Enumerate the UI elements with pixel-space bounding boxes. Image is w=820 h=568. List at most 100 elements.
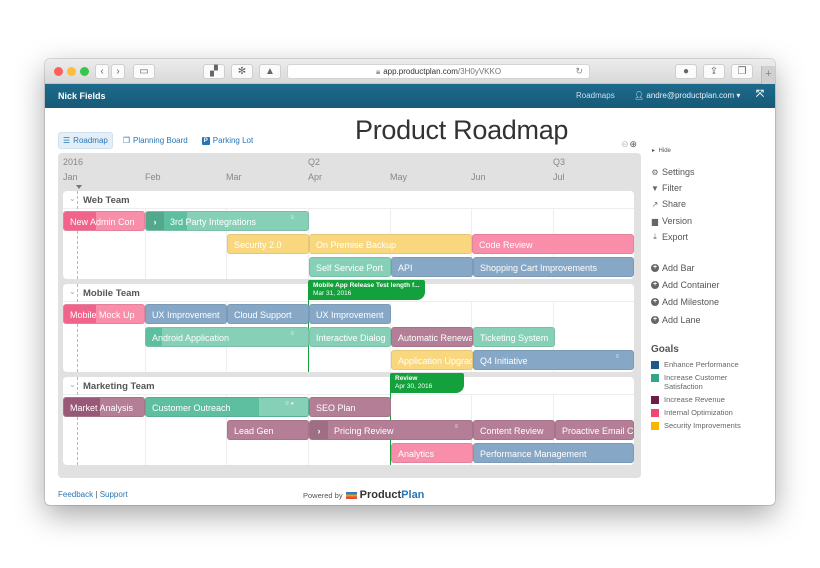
add-bar-button[interactable]: + Add Bar	[651, 263, 695, 273]
goal-item[interactable]: Increase Customer Satisfaction	[651, 373, 761, 391]
minimize-window-button[interactable]	[67, 67, 76, 76]
drag-handle-icon[interactable]: ≡	[290, 328, 294, 344]
goal-item[interactable]: Increase Revenue	[651, 395, 761, 404]
bar-label: 3rd Party Integrations	[170, 217, 257, 227]
roadmap-bar[interactable]: On Premise Backup	[309, 234, 472, 254]
bar-label: Analytics	[398, 449, 435, 459]
lane-header[interactable]: ⌄ Web Team	[63, 191, 634, 209]
expand-container-icon[interactable]: ›	[310, 421, 328, 439]
roadmap-bar[interactable]: SEO Plan	[309, 397, 391, 417]
maximize-window-button[interactable]	[80, 67, 89, 76]
zoom-in-icon[interactable]: ⊕	[630, 139, 638, 150]
roadmap-bar[interactable]: Automatic Renewal	[391, 327, 473, 347]
year-label: 2016	[63, 157, 84, 167]
goal-item[interactable]: Internal Optimization	[651, 408, 761, 417]
roadmap-bar[interactable]: Interactive Dialog	[309, 327, 391, 347]
back-button[interactable]: ‹	[95, 64, 109, 79]
hide-sidebar-button[interactable]: ▸ Hide	[651, 144, 671, 154]
extension-button[interactable]: ▞	[203, 64, 225, 79]
collapse-icon[interactable]: ⌄	[69, 380, 76, 389]
tab-label: Planning Board	[133, 136, 188, 145]
page-title: Product Roadmap	[355, 115, 569, 145]
support-link[interactable]: Support	[100, 490, 128, 499]
lane-header[interactable]: ⌄ Marketing Team	[63, 377, 634, 395]
roadmap-bar[interactable]: Self Service Port	[309, 257, 391, 277]
tab-planning-board[interactable]: ❐ Planning Board	[119, 132, 192, 149]
forward-button[interactable]: ›	[111, 64, 125, 79]
roadmap-bar[interactable]: Security 2.0	[227, 234, 309, 254]
tabs-overview-button[interactable]: ❐	[731, 64, 753, 79]
action-label: Share	[662, 199, 687, 209]
drag-handle-icon[interactable]: ≡ ●	[285, 398, 294, 414]
feedback-link[interactable]: Feedback	[58, 490, 93, 499]
roadmap-bar[interactable]: Lead Gen	[227, 420, 309, 440]
roadmap-bar[interactable]: Performance Management	[473, 443, 634, 463]
account-menu[interactable]: 👤︎ andre@productplan.com ▾	[634, 91, 740, 100]
address-bar[interactable]: 🔒︎ app.productplan.com/3H0yVKKO ↻	[287, 64, 590, 79]
bug-icon: ✻	[237, 66, 247, 77]
roadmap-bar[interactable]: Application Upgrade	[391, 350, 473, 370]
roadmap-bar[interactable]: Q4 Initiative ≡	[473, 350, 634, 370]
bar-label: Security 2.0	[234, 240, 282, 250]
goals-heading: Goals	[651, 344, 679, 355]
roadmap-bar[interactable]: Proactive Email Campaign	[555, 420, 634, 440]
roadmap-bar[interactable]: Content Review	[473, 420, 555, 440]
warning-button[interactable]: ▲	[259, 64, 281, 79]
roadmap-bar[interactable]: Market Analysis	[63, 397, 145, 417]
filter-button[interactable]: ▼ Filter	[651, 183, 682, 193]
brand-part: Product	[359, 489, 402, 501]
downloads-button[interactable]: ●	[675, 64, 697, 79]
milestone-flag[interactable]: Mobile App Release Test length f... Mar 3…	[308, 280, 425, 300]
roadmap-bar[interactable]: Mobile Mock Up	[63, 304, 145, 324]
roadmap-bar[interactable]: API	[391, 257, 473, 277]
sidebar-toggle-button[interactable]: ▭	[133, 64, 155, 79]
collapse-icon[interactable]: ⌄	[69, 194, 76, 203]
goal-item[interactable]: Enhance Performance	[651, 360, 761, 369]
roadmap-bar[interactable]: UX Improvement	[145, 304, 227, 324]
roadmap-bar[interactable]: Customer Outreach ≡ ●	[145, 397, 309, 417]
bar-label: Cloud Support	[234, 310, 292, 320]
collapse-icon[interactable]: ⌄	[69, 287, 76, 296]
roadmap-bar[interactable]: Ticketing System	[473, 327, 555, 347]
archive-icon: ▆	[651, 216, 659, 226]
roadmap-bar[interactable]: Cloud Support	[227, 304, 309, 324]
new-tab-button[interactable]: +	[761, 66, 775, 84]
add-milestone-button[interactable]: + Add Milestone	[651, 297, 719, 307]
reload-icon[interactable]: ↻	[575, 66, 583, 77]
expand-container-icon[interactable]: ›	[146, 212, 164, 230]
fullscreen-icon[interactable]: ⤧	[756, 89, 764, 100]
account-email: andre@productplan.com	[646, 91, 735, 100]
share-button[interactable]: ⇪	[703, 64, 725, 79]
version-button[interactable]: ▆ Version	[651, 216, 692, 226]
settings-button[interactable]: ⚙ Settings	[651, 167, 694, 177]
milestone-flag[interactable]: Review Apr 30, 2016	[390, 373, 464, 393]
bar-label: Content Review	[480, 426, 544, 436]
action-label: Add Lane	[662, 315, 701, 325]
roadmap-container-bar[interactable]: › Pricing Review ≡	[309, 420, 473, 440]
share-button[interactable]: ↗ Share	[651, 199, 686, 209]
add-container-button[interactable]: + Add Container	[651, 280, 720, 290]
tab-parking-lot[interactable]: P Parking Lot	[198, 132, 257, 149]
roadmap-bar[interactable]: Code Review	[472, 234, 634, 254]
roadmap-bar[interactable]: Android Application ≡	[145, 327, 309, 347]
roadmap-container-bar[interactable]: › 3rd Party Integrations ≡	[145, 211, 309, 231]
plus-circle-icon: +	[651, 281, 659, 289]
roadmap-bar[interactable]: Shopping Cart Improvements	[473, 257, 634, 277]
close-window-button[interactable]	[54, 67, 63, 76]
add-lane-button[interactable]: + Add Lane	[651, 315, 701, 325]
drag-handle-icon[interactable]: ≡	[290, 212, 294, 228]
productplan-logo[interactable]: ProductPlan	[360, 489, 425, 501]
export-button[interactable]: ⤓ Export	[651, 232, 688, 242]
extension-button-2[interactable]: ✻	[231, 64, 253, 79]
drag-handle-icon[interactable]: ≡	[454, 421, 458, 437]
roadmap-bar[interactable]: New Admin Con	[63, 211, 145, 231]
goal-item[interactable]: Security Improvements	[651, 421, 761, 430]
tab-roadmap[interactable]: ☰ Roadmap	[58, 132, 113, 149]
roadmap-bar[interactable]: UX Improvement	[309, 304, 391, 324]
roadmap-bar[interactable]: Analytics	[391, 443, 473, 463]
user-icon: 👤︎	[634, 91, 645, 100]
drag-handle-icon[interactable]: ≡	[615, 351, 619, 367]
roadmaps-link[interactable]: Roadmaps	[576, 91, 615, 100]
zoom-out-icon[interactable]: ⊖	[621, 139, 629, 150]
tab-label: Roadmap	[73, 136, 108, 145]
